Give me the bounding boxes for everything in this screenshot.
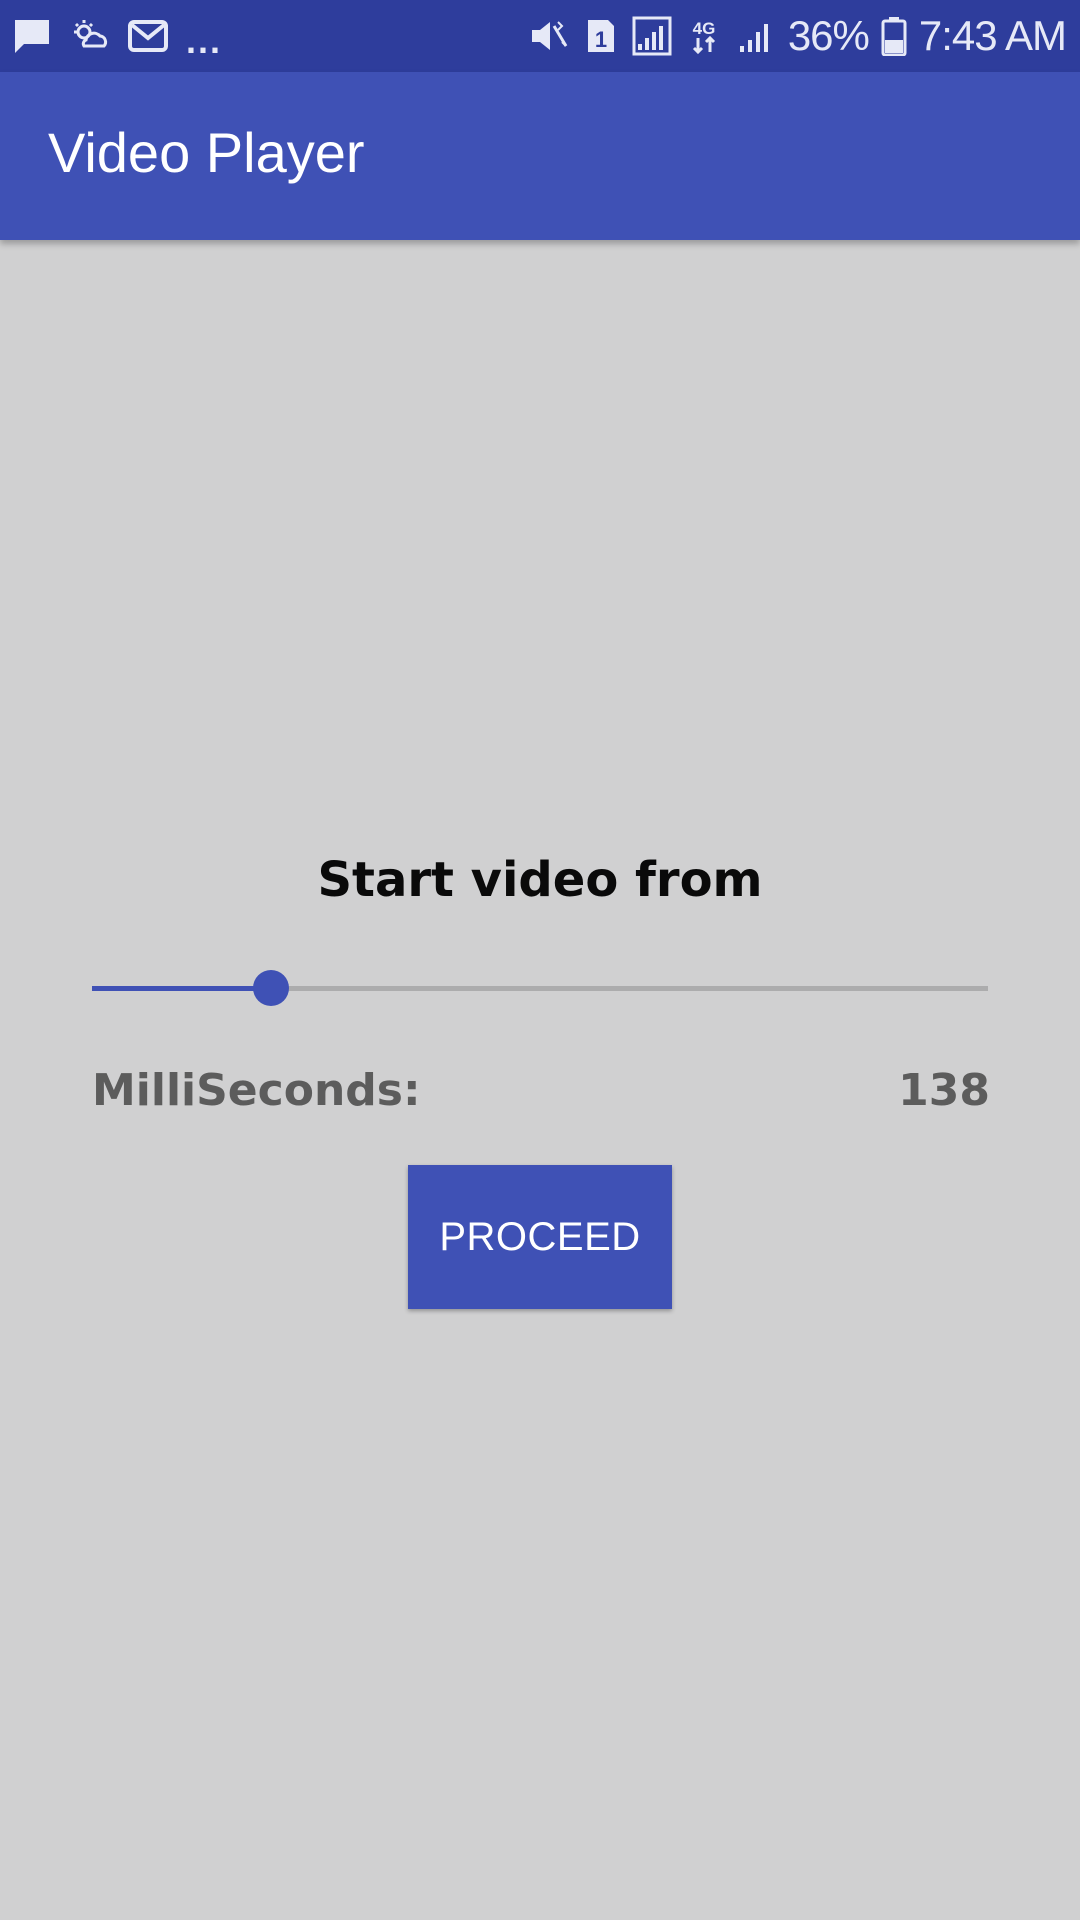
signal-icon <box>736 16 776 56</box>
vibrate-mute-icon <box>528 16 568 56</box>
system-indicators: 1 4G 36% 7:43 AM <box>528 12 1067 60</box>
more-notifications: ... <box>186 20 223 61</box>
proceed-button[interactable]: PROCEED <box>408 1165 672 1309</box>
email-icon <box>128 16 168 56</box>
start-time-slider[interactable] <box>92 970 988 1006</box>
sim-1-icon: 1 <box>580 16 620 56</box>
start-video-heading: Start video from <box>317 852 763 908</box>
battery-percentage: 36% <box>787 12 870 59</box>
milliseconds-label: MilliSeconds: <box>92 1065 421 1116</box>
slider-thumb[interactable] <box>253 970 289 1006</box>
message-icon <box>12 16 52 56</box>
slider-progress <box>92 986 271 991</box>
battery-icon <box>881 16 907 57</box>
notification-icons: ... <box>12 14 222 61</box>
milliseconds-value: 138 <box>898 1065 990 1116</box>
app-title: Video Player <box>48 121 365 184</box>
svg-text:1: 1 <box>595 27 607 52</box>
weather-icon <box>70 16 110 56</box>
milliseconds-row: MilliSeconds: 138 <box>92 1065 990 1121</box>
signal-icon <box>632 16 672 56</box>
status-bar: ... 1 4G 36% 7:43 AM <box>0 0 1080 72</box>
4g-data-icon: 4G <box>684 16 724 56</box>
svg-text:4G: 4G <box>692 19 715 38</box>
app-bar: Video Player <box>0 72 1080 240</box>
clock: 7:43 AM <box>918 12 1067 59</box>
